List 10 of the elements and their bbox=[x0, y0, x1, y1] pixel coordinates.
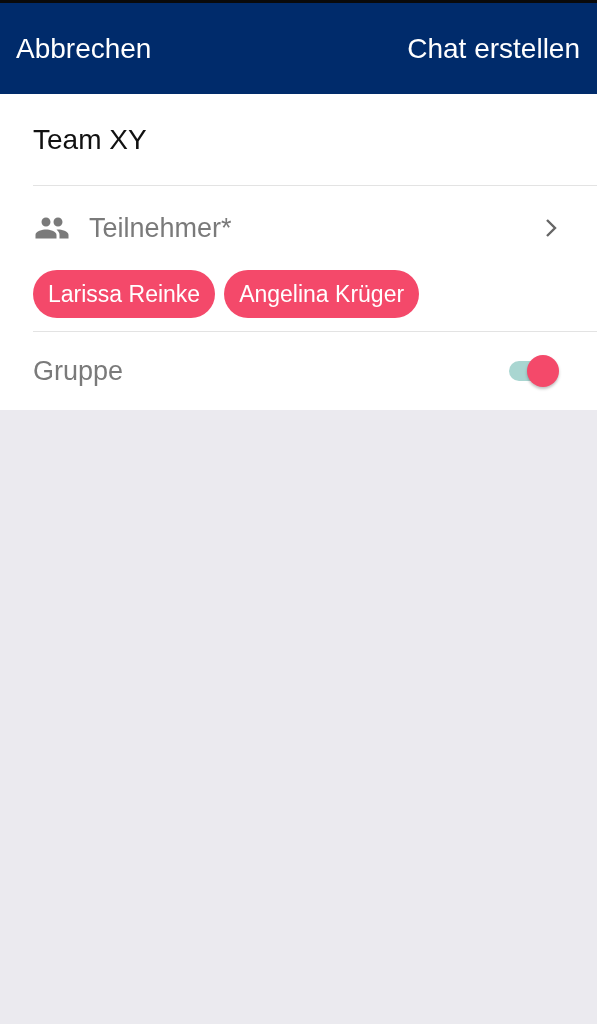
cancel-button[interactable]: Abbrechen bbox=[16, 32, 152, 65]
chevron-right-icon bbox=[545, 218, 557, 238]
participants-label: Teilnehmer* bbox=[89, 212, 233, 244]
create-chat-button[interactable]: Chat erstellen bbox=[407, 32, 580, 65]
participants-row[interactable]: Teilnehmer* bbox=[33, 186, 597, 270]
group-label: Gruppe bbox=[33, 355, 124, 387]
participant-chip[interactable]: Angelina Krüger bbox=[224, 270, 420, 318]
chat-name-field[interactable]: Team XY bbox=[33, 123, 513, 156]
people-icon bbox=[33, 216, 71, 240]
participant-chip[interactable]: Larissa Reinke bbox=[33, 270, 216, 318]
